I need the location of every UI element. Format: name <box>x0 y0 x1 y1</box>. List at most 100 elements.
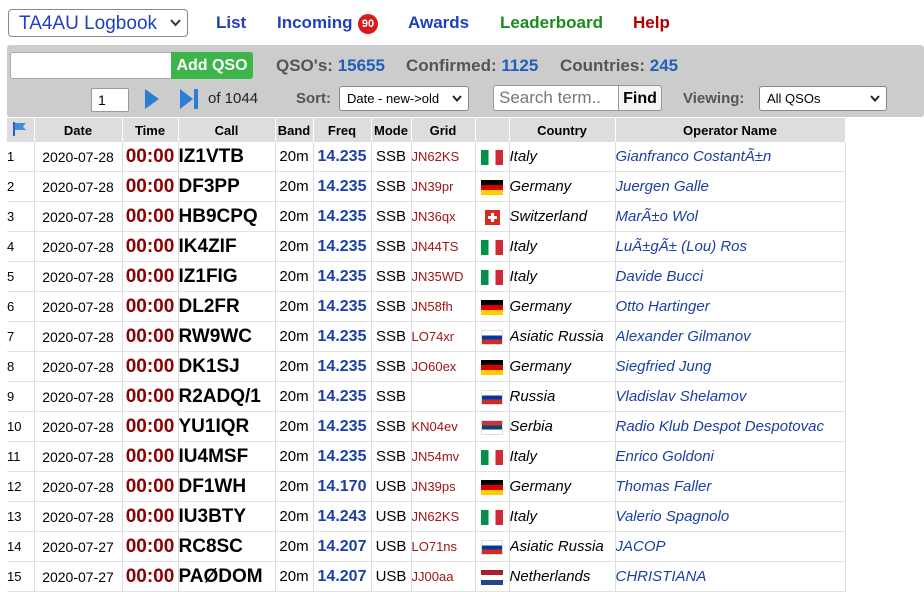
operator-name[interactable]: Gianfranco CostantÃ±n <box>615 142 846 172</box>
qso-callsign[interactable]: DF3PP <box>178 171 276 202</box>
column-header[interactable]: Grid <box>411 118 476 142</box>
table-row[interactable]: 11 2020-07-28 00:00 IU4MSF 20m 14.235 SSB JN54m… <box>7 441 846 472</box>
nav-incoming-link[interactable]: Incoming <box>277 13 353 33</box>
search-input[interactable]: Search term.. <box>499 88 601 108</box>
operator-name[interactable]: LuÃ±gÃ± (Lou) Ros <box>615 231 846 262</box>
table-row[interactable]: 9 2020-07-28 00:00 R2ADQ/1 20m 14.235 SSB Russi… <box>7 381 846 412</box>
column-header[interactable]: Time <box>122 118 179 142</box>
operator-name[interactable]: MarÃ±o Wol <box>615 201 846 232</box>
table-row[interactable]: 6 2020-07-28 00:00 DL2FR 20m 14.235 SSB JN58fh G… <box>7 291 846 322</box>
table-row[interactable]: 15 2020-07-27 00:00 PAØDOM 20m 14.207 USB JJ00a… <box>7 561 846 592</box>
last-page-icon[interactable] <box>178 87 200 111</box>
qso-frequency: 14.235 <box>313 441 372 472</box>
qso-callsign[interactable]: YU1IQR <box>178 411 276 442</box>
logbook-selector[interactable]: TA4AU Logbook <box>8 9 188 37</box>
table-row[interactable]: 8 2020-07-28 00:00 DK1SJ 20m 14.235 SSB JO60ex G… <box>7 351 846 382</box>
qso-callsign[interactable]: IZ1FIG <box>178 261 276 292</box>
operator-name[interactable]: Otto Hartinger <box>615 291 846 322</box>
qso-callsign[interactable]: RW9WC <box>178 321 276 352</box>
column-header[interactable]: Country <box>509 118 616 142</box>
operator-name[interactable]: Enrico Goldoni <box>615 441 846 472</box>
qso-callsign[interactable]: IZ1VTB <box>178 142 276 172</box>
qso-band: 20m <box>275 321 314 352</box>
table-row[interactable]: 1 2020-07-28 00:00 IZ1VTB 20m 14.235 SSB JN62KS… <box>7 142 846 172</box>
qso-callsign[interactable]: R2ADQ/1 <box>178 381 276 412</box>
qso-callsign-input[interactable] <box>10 52 172 79</box>
operator-name[interactable]: Valerio Spagnolo <box>615 501 846 532</box>
qso-country: Germany <box>509 351 616 382</box>
table-row[interactable]: 13 2020-07-28 00:00 IU3BTY 20m 14.243 USB JN62K… <box>7 501 846 532</box>
next-page-icon[interactable] <box>143 87 161 111</box>
qso-callsign[interactable]: DF1WH <box>178 471 276 502</box>
qso-band: 20m <box>275 231 314 262</box>
operator-name[interactable]: Radio Klub Despot Despotovac <box>615 411 846 442</box>
flag-nl-icon <box>481 569 503 585</box>
qso-callsign[interactable]: DK1SJ <box>178 351 276 382</box>
flag-de-icon <box>481 179 503 195</box>
nav-help-link[interactable]: Help <box>633 13 670 33</box>
page-number-input[interactable]: 1 <box>91 88 129 112</box>
qso-frequency: 14.170 <box>313 471 372 502</box>
operator-name[interactable]: Thomas Faller <box>615 471 846 502</box>
qso-callsign[interactable]: DL2FR <box>178 291 276 322</box>
column-header[interactable]: Mode <box>371 118 412 142</box>
qso-mode: SSB <box>371 441 412 472</box>
viewing-select[interactable]: All QSOs <box>759 86 887 111</box>
qso-callsign[interactable]: RC8SC <box>178 531 276 562</box>
qso-callsign[interactable]: HB9CPQ <box>178 201 276 232</box>
nav-list-link[interactable]: List <box>216 13 246 33</box>
table-row[interactable]: 14 2020-07-27 00:00 RC8SC 20m 14.207 USB LO71ns… <box>7 531 846 562</box>
operator-name[interactable]: Davide Bucci <box>615 261 846 292</box>
qso-frequency: 14.243 <box>313 501 372 532</box>
table-row[interactable]: 4 2020-07-28 00:00 IK4ZIF 20m 14.235 SSB JN44TS… <box>7 231 846 262</box>
confirmed-label: Confirmed: <box>406 56 497 75</box>
nav-awards-link[interactable]: Awards <box>408 13 469 33</box>
qso-date: 2020-07-28 <box>34 171 123 202</box>
qso-time: 00:00 <box>122 291 179 322</box>
operator-name[interactable]: Alexander Gilmanov <box>615 321 846 352</box>
column-header[interactable]: Freq <box>313 118 372 142</box>
sort-select[interactable]: Date - new->old <box>339 86 469 111</box>
flag-column-header[interactable] <box>7 118 35 142</box>
qso-callsign[interactable]: PAØDOM <box>178 561 276 592</box>
flag-de-icon <box>481 299 503 315</box>
column-header[interactable]: Operator Name <box>615 118 846 142</box>
operator-name[interactable]: Siegfried Jung <box>615 351 846 382</box>
country-flag <box>475 142 510 172</box>
qso-date: 2020-07-28 <box>34 201 123 232</box>
qso-callsign[interactable]: IU4MSF <box>178 441 276 472</box>
find-button[interactable]: Find <box>618 85 662 111</box>
nav-leaderboard-link[interactable]: Leaderboard <box>500 13 603 33</box>
qso-time: 00:00 <box>122 321 179 352</box>
qso-date: 2020-07-28 <box>34 231 123 262</box>
qso-mode: SSB <box>371 351 412 382</box>
table-row[interactable]: 12 2020-07-28 00:00 DF1WH 20m 14.170 USB JN39ps… <box>7 471 846 502</box>
add-qso-button[interactable]: Add QSO <box>171 52 253 79</box>
operator-name[interactable]: CHRISTIANA <box>615 561 846 592</box>
qso-frequency: 14.235 <box>313 142 372 172</box>
table-row[interactable]: 2 2020-07-28 00:00 DF3PP 20m 14.235 SSB JN39pr G… <box>7 171 846 202</box>
qso-frequency: 14.235 <box>313 261 372 292</box>
top-nav: TA4AU Logbook List Incoming 90 Awards Le… <box>0 0 924 46</box>
qso-frequency: 14.235 <box>313 231 372 262</box>
chevron-down-icon <box>452 95 462 102</box>
qso-mode: SSB <box>371 201 412 232</box>
column-header[interactable]: Call <box>178 118 276 142</box>
flag-icon <box>13 121 27 136</box>
country-flag <box>475 291 510 322</box>
operator-name[interactable]: Vladislav Shelamov <box>615 381 846 412</box>
column-header[interactable]: Date <box>34 118 123 142</box>
table-row[interactable]: 10 2020-07-28 00:00 YU1IQR 20m 14.235 SSB KN04e… <box>7 411 846 442</box>
table-row[interactable]: 5 2020-07-28 00:00 IZ1FIG 20m 14.235 SSB JN35WD… <box>7 261 846 292</box>
qso-callsign[interactable]: IK4ZIF <box>178 231 276 262</box>
operator-name[interactable]: JACOP <box>615 531 846 562</box>
operator-name[interactable]: Juergen Galle <box>615 171 846 202</box>
column-header[interactable]: Band <box>275 118 314 142</box>
qso-band: 20m <box>275 531 314 562</box>
qso-time: 00:00 <box>122 231 179 262</box>
table-row[interactable]: 7 2020-07-28 00:00 RW9WC 20m 14.235 SSB LO74xr A… <box>7 321 846 352</box>
qso-band: 20m <box>275 142 314 172</box>
qso-mode: USB <box>371 501 412 532</box>
table-row[interactable]: 3 2020-07-28 00:00 HB9CPQ 20m 14.235 SSB JN36qx… <box>7 201 846 232</box>
qso-callsign[interactable]: IU3BTY <box>178 501 276 532</box>
